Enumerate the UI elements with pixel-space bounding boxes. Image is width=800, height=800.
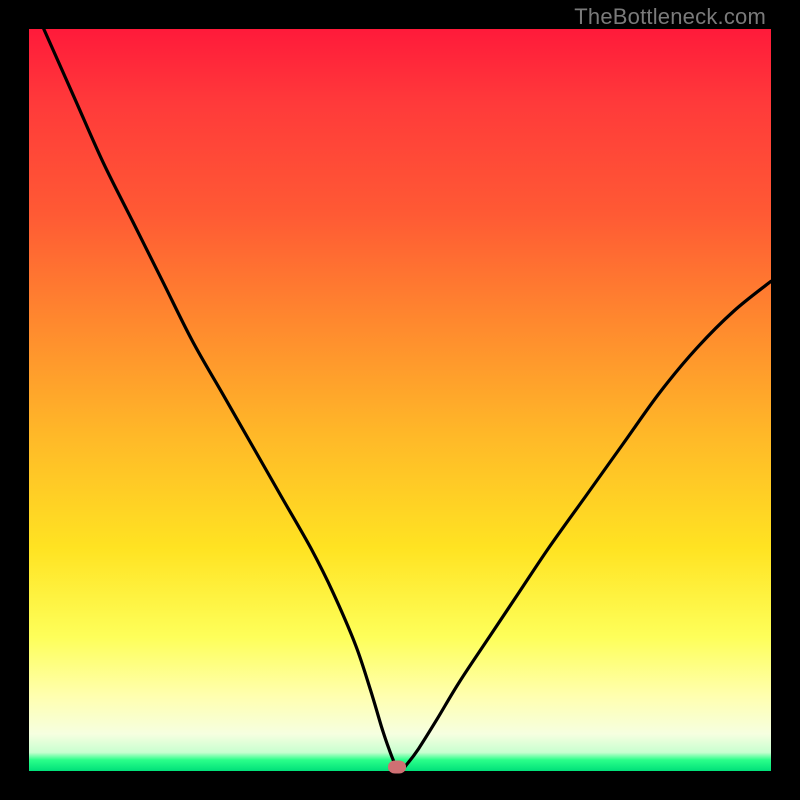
watermark-text: TheBottleneck.com (574, 4, 766, 30)
chart-frame: TheBottleneck.com (0, 0, 800, 800)
optimum-marker (388, 760, 406, 773)
curve-path (44, 29, 771, 771)
plot-area (29, 29, 771, 771)
bottleneck-curve (29, 29, 771, 771)
